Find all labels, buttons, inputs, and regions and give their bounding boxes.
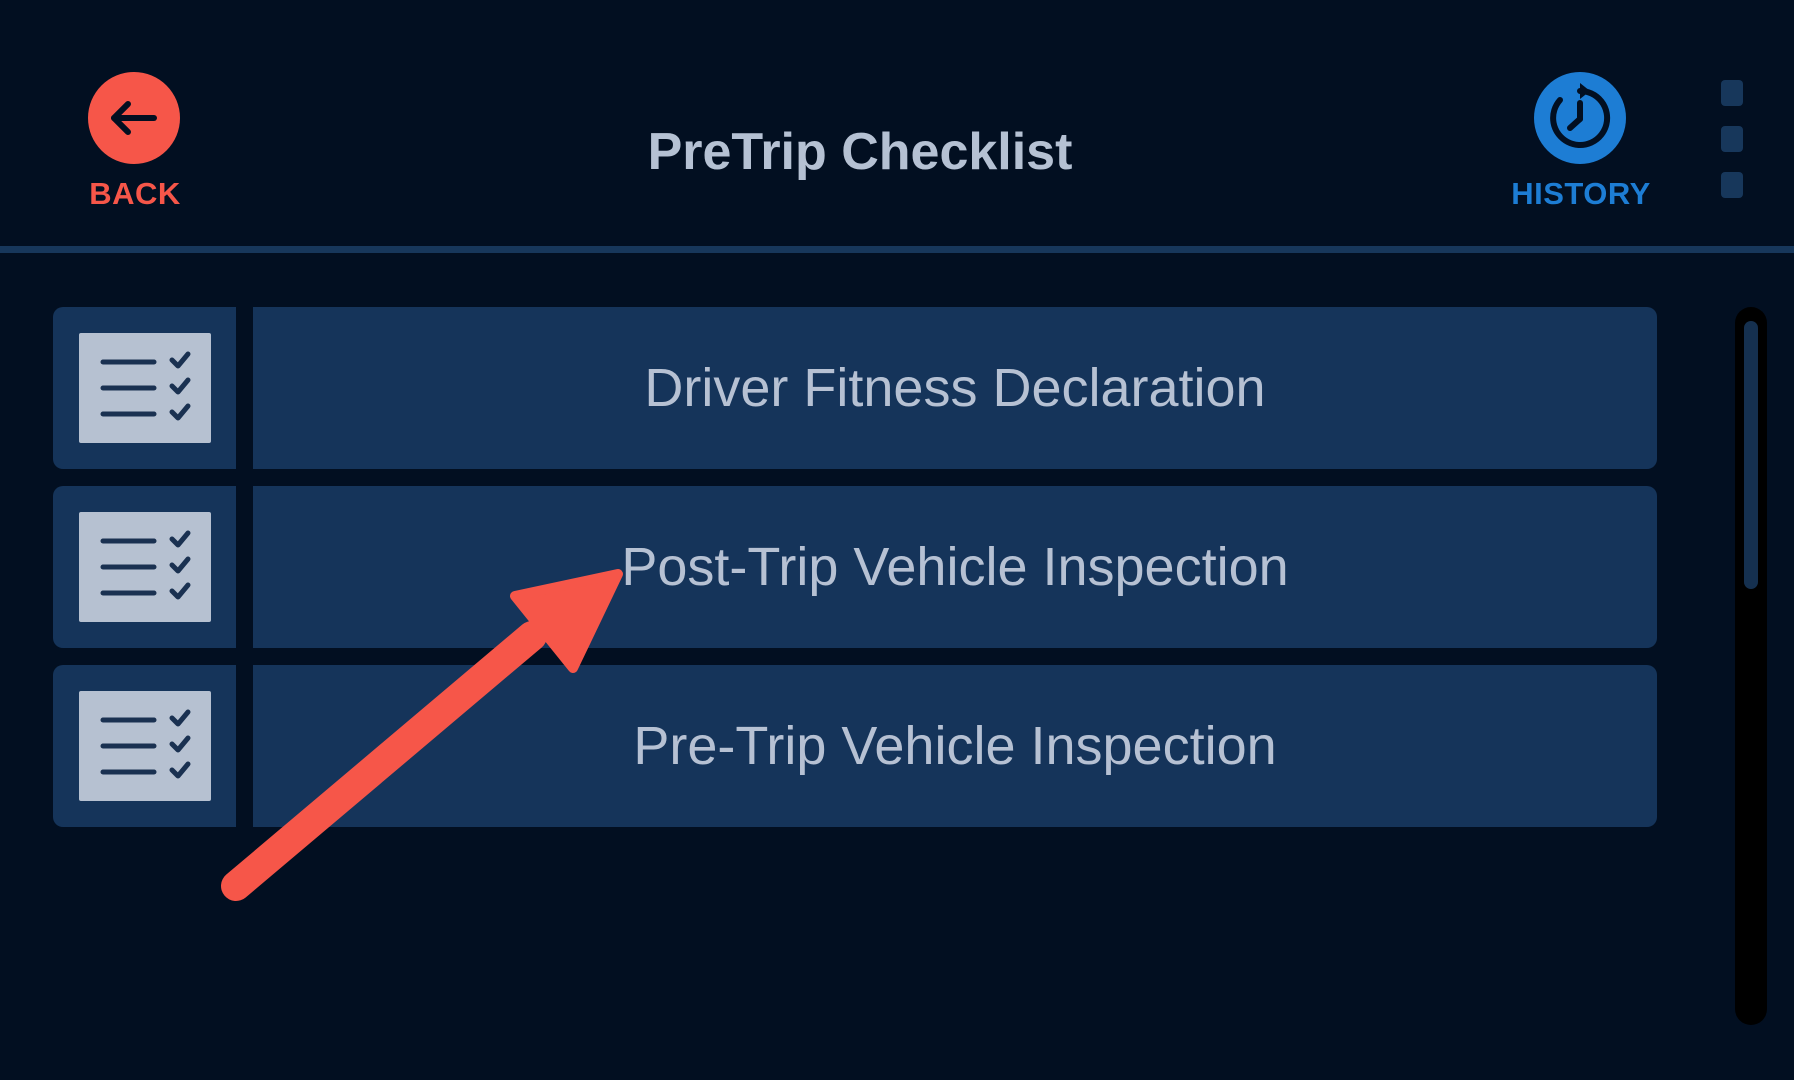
back-label: BACK [89,176,181,211]
checklist-icon [79,333,211,443]
row-label-cell: Pre-Trip Vehicle Inspection [253,665,1657,827]
row-icon-cell [53,665,236,827]
checklist-icon [79,512,211,622]
row-icon-cell [53,486,236,648]
back-circle [88,72,180,164]
row-label-cell: Driver Fitness Declaration [253,307,1657,469]
history-label: HISTORY [1511,176,1651,211]
checklist-item-label: Post-Trip Vehicle Inspection [621,537,1289,597]
vertical-dots-icon [1721,80,1743,106]
checklist-icon [79,691,211,801]
row-icon-cell [53,307,236,469]
history-circle [1534,72,1626,164]
page-title: PreTrip Checklist [647,123,1073,181]
back-button[interactable]: BACK [72,72,198,222]
checklist-item-driver-fitness-declaration[interactable]: Driver Fitness Declaration [53,307,1657,469]
overflow-menu-button[interactable] [1714,78,1750,200]
scrollbar-thumb[interactable] [1744,321,1758,589]
checklist-item-pre-trip-vehicle-inspection[interactable]: Pre-Trip Vehicle Inspection [53,665,1657,827]
row-label-cell: Post-Trip Vehicle Inspection [253,486,1657,648]
checklist-item-label: Pre-Trip Vehicle Inspection [633,716,1277,776]
header-bar: BACK PreTrip Checklist HISTORY [0,0,1794,246]
scrollbar[interactable] [1735,307,1767,1025]
history-button[interactable]: HISTORY [1500,72,1662,222]
checklist-item-post-trip-vehicle-inspection[interactable]: Post-Trip Vehicle Inspection [53,486,1657,648]
vertical-dots-icon [1721,126,1743,152]
header-divider [0,246,1794,253]
pretrip-checklist-screen: BACK PreTrip Checklist HISTORY Driver Fi… [0,0,1794,1080]
checklist-item-label: Driver Fitness Declaration [644,358,1266,418]
vertical-dots-icon [1721,172,1743,198]
